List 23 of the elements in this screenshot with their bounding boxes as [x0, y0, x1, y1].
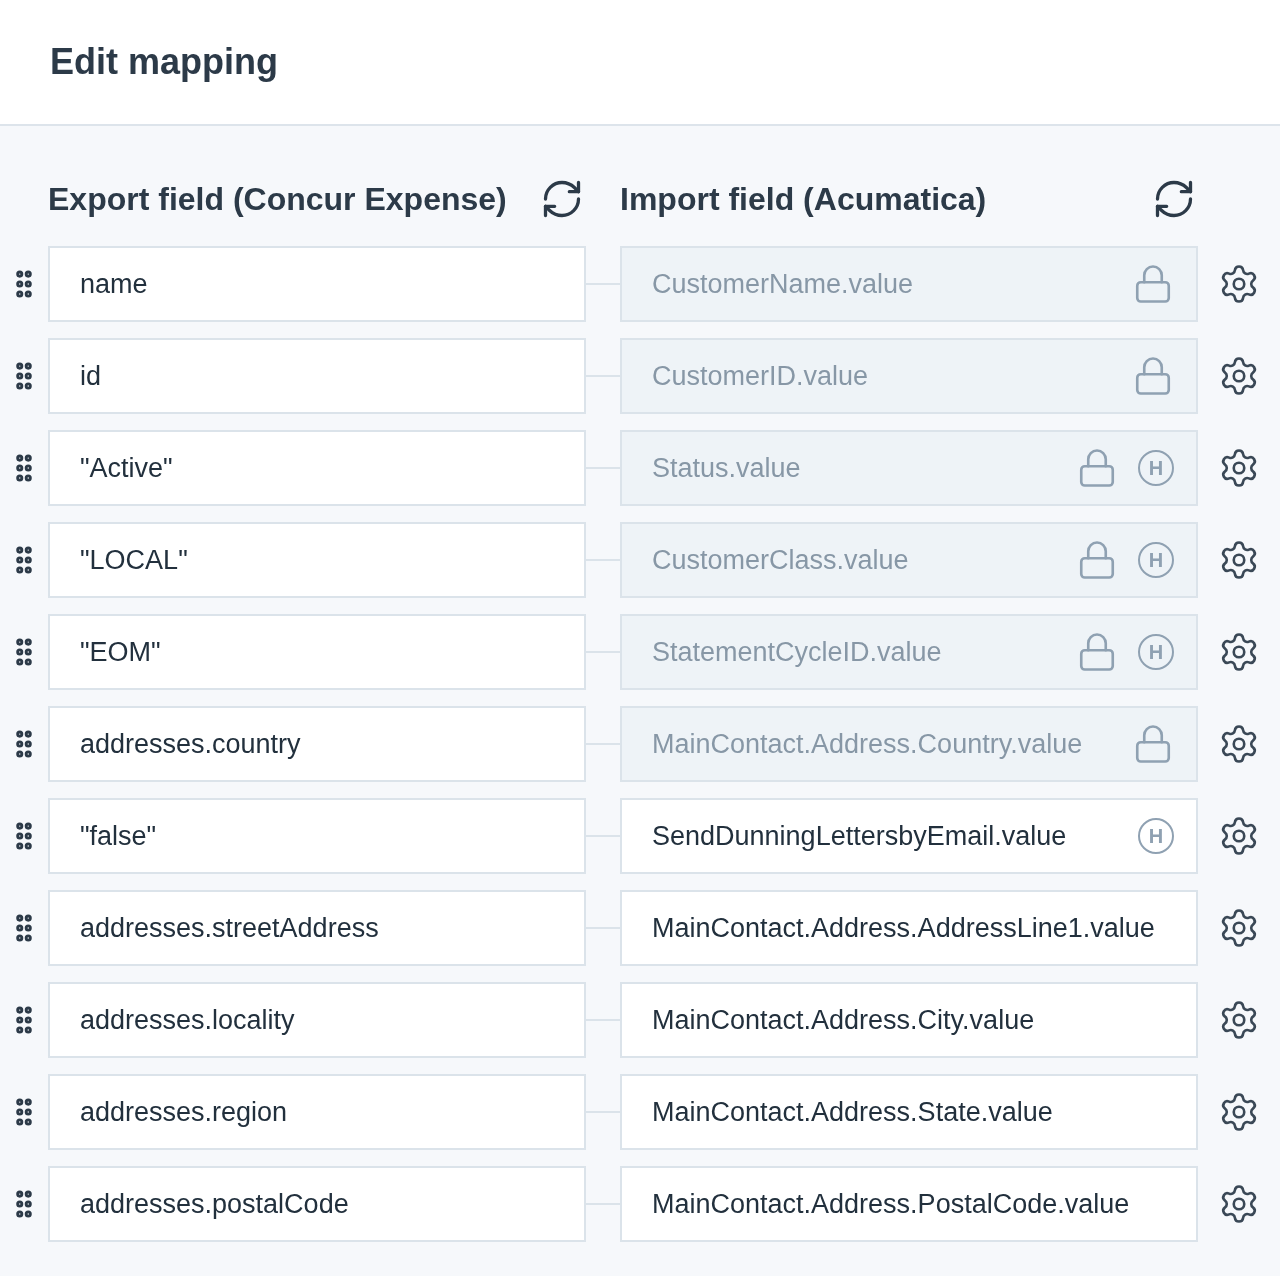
dialog-title: Edit mapping — [50, 41, 278, 83]
h-badge-icon: H — [1138, 818, 1174, 854]
export-field[interactable]: "EOM" — [48, 614, 586, 690]
column-header: Export field (Concur Expense) — [48, 180, 507, 218]
h-badge-icon: H — [1138, 450, 1174, 486]
export-field[interactable]: id — [48, 338, 586, 414]
export-field[interactable]: "Active" — [48, 430, 586, 506]
export-field[interactable]: name — [48, 246, 586, 322]
export-field[interactable]: addresses.locality — [48, 982, 586, 1058]
h-badge-icon: H — [1138, 634, 1174, 670]
import-field[interactable]: MainContact.Address.AddressLine1.value — [620, 890, 1198, 966]
import-field[interactable]: MainContact.Address.City.value — [620, 982, 1198, 1058]
column-header: Import field (Acumatica) — [620, 180, 987, 218]
export-field[interactable]: "LOCAL" — [48, 522, 586, 598]
export-field[interactable]: addresses.postalCode — [48, 1166, 586, 1242]
export-field[interactable]: addresses.streetAddress — [48, 890, 586, 966]
h-badge-icon: H — [1138, 542, 1174, 578]
export-field[interactable]: addresses.region — [48, 1074, 586, 1150]
import-field[interactable]: MainContact.Address.State.value — [620, 1074, 1198, 1150]
export-field[interactable]: "false" — [48, 798, 586, 874]
import-field[interactable]: SendDunningLettersbyEmail.value H — [620, 798, 1198, 874]
export-field[interactable]: addresses.country — [48, 706, 586, 782]
import-field[interactable]: MainContact.Address.PostalCode.value — [620, 1166, 1198, 1242]
